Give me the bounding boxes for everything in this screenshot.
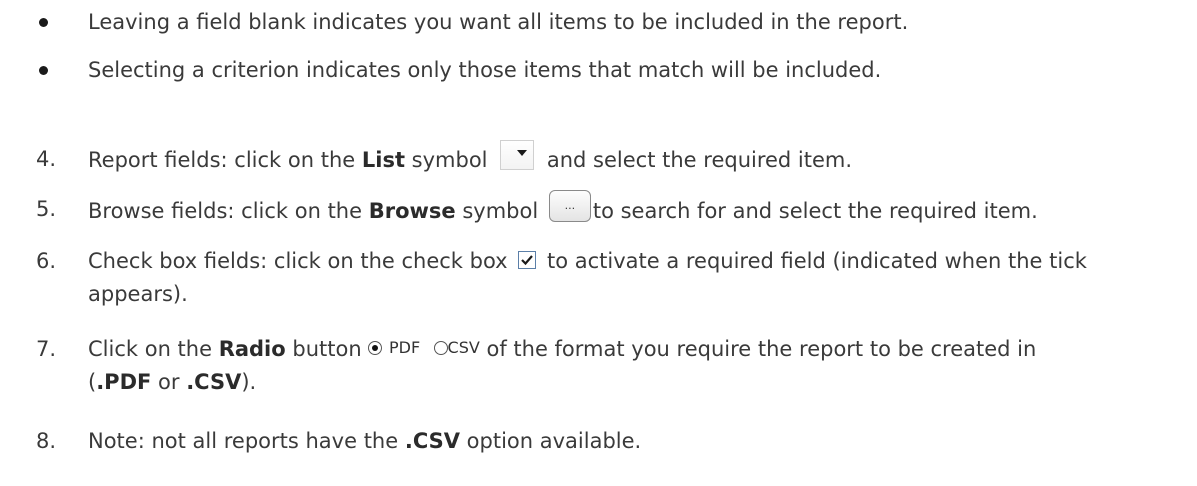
bullet-text: Selecting a criterion indicates only tho… xyxy=(88,58,882,82)
radio-csv-label: CSV xyxy=(447,338,480,357)
dropdown-list-icon[interactable] xyxy=(500,140,535,170)
step-6-text-cont: appears). xyxy=(88,282,188,306)
browse-button-icon[interactable]: ... xyxy=(548,190,591,222)
radio-label: Radio xyxy=(218,337,286,361)
bullet-text: Leaving a field blank indicates you want… xyxy=(88,10,909,34)
browse-label: Browse xyxy=(368,199,456,223)
step-7-text: Click on the Radio button PDF CSV of the… xyxy=(88,337,1037,361)
csv-label: .CSV xyxy=(404,429,460,453)
step-7-text-cont: (.PDF or .CSV). xyxy=(88,370,257,394)
radio-pdf-label: PDF xyxy=(389,338,421,357)
checkbox-checked-icon[interactable] xyxy=(518,251,537,269)
step-4-text: Report fields: click on the List symbol … xyxy=(88,140,852,176)
step-5-text: Browse fields: click on the Browse symbo… xyxy=(88,190,1038,228)
step-6-text: Check box fields: click on the check box… xyxy=(88,249,1087,273)
step-number: 4. xyxy=(36,147,57,171)
radio-pdf-icon[interactable] xyxy=(368,341,383,355)
step-number: 8. xyxy=(36,429,57,453)
bullet-dot xyxy=(39,66,48,75)
radio-csv-icon[interactable] xyxy=(433,341,448,355)
step-number: 7. xyxy=(36,337,57,361)
list-label: List xyxy=(361,148,405,172)
step-number: 6. xyxy=(36,249,57,273)
step-number: 5. xyxy=(36,197,57,221)
bullet-dot xyxy=(39,18,48,27)
step-8-text: Note: not all reports have the .CSV opti… xyxy=(88,429,642,453)
